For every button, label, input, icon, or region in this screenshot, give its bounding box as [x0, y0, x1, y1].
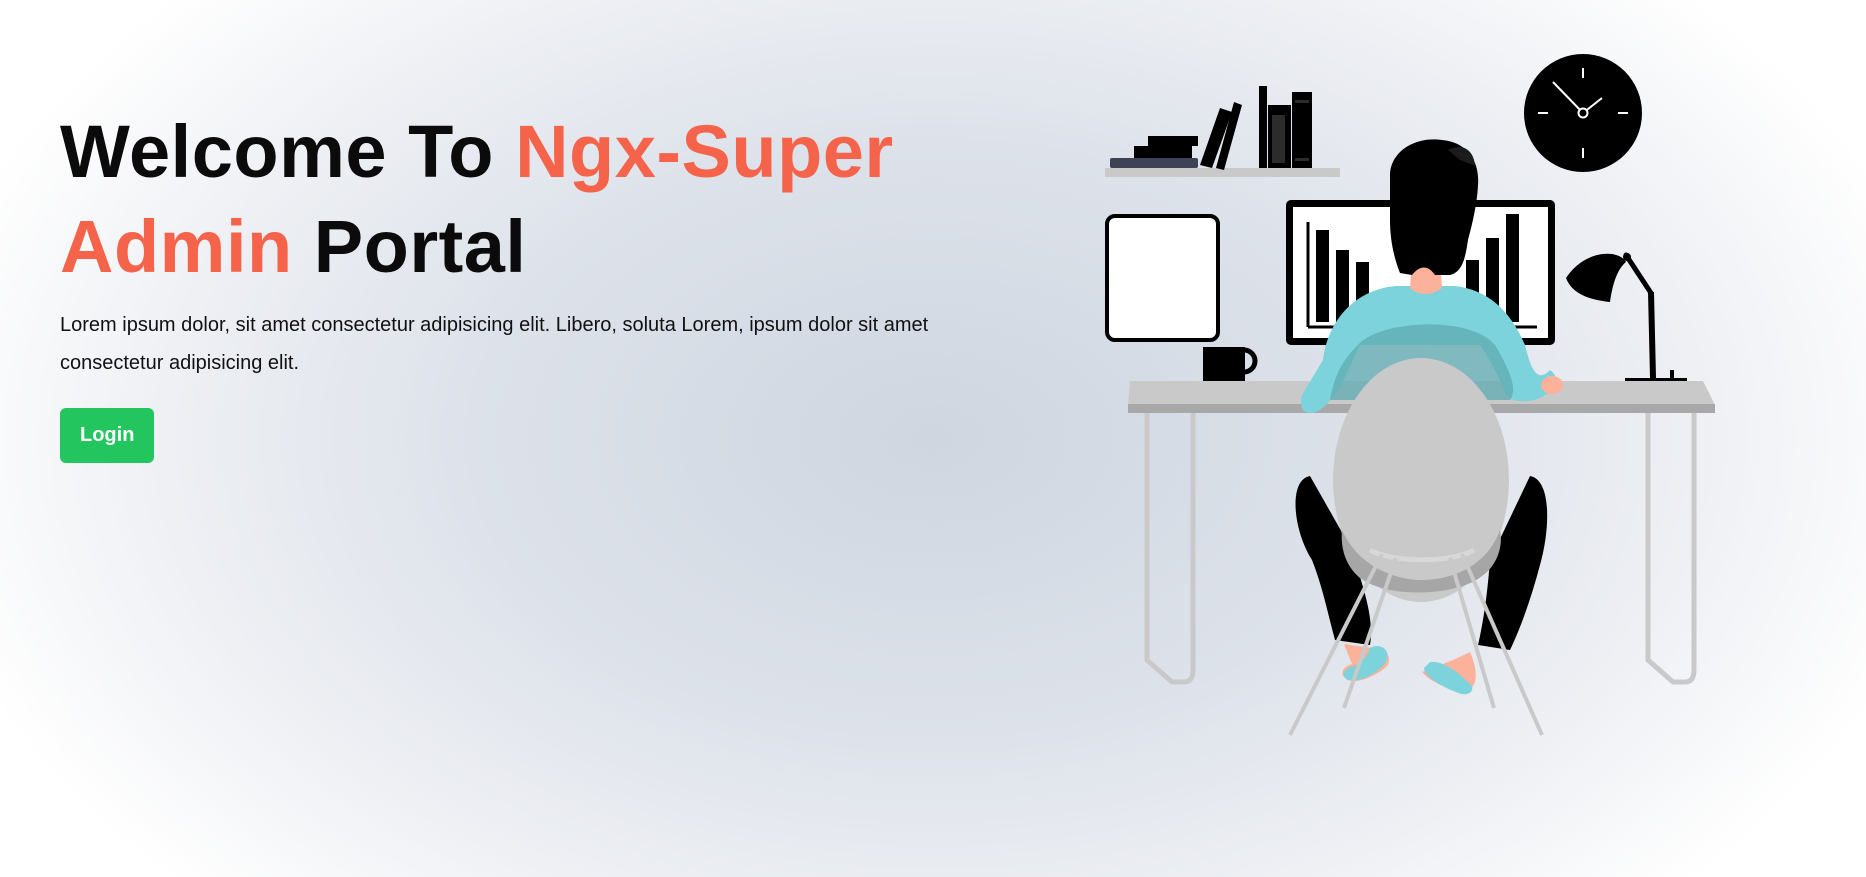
title-part-1: Welcome To: [60, 110, 516, 193]
login-button[interactable]: Login: [60, 408, 155, 463]
title-part-2: Portal: [292, 205, 527, 288]
hero-section: Welcome To Ngx-Super Admin Portal Lorem i…: [60, 104, 960, 463]
title-highlight-2: Admin: [60, 205, 293, 288]
clock-illustration: [1524, 54, 1642, 172]
workspace-illustration: [1105, 54, 1715, 736]
lamp-illustration: [1566, 252, 1687, 388]
bookshelf-illustration: [1105, 86, 1340, 177]
picture-frame-illustration: [1105, 214, 1220, 342]
hero-description: Lorem ipsum dolor, sit amet consectetur …: [60, 314, 929, 374]
hero-title: Welcome To Ngx-Super Admin Portal: [60, 104, 960, 294]
title-highlight-1: Ngx-Super: [515, 110, 894, 193]
